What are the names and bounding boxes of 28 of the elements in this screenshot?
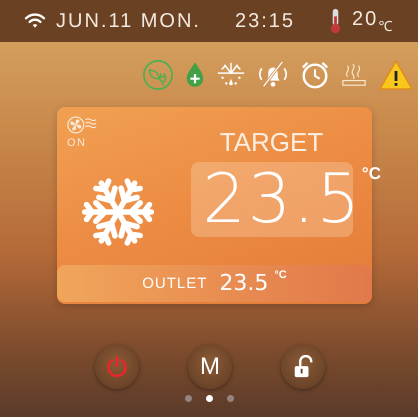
target-temperature-value: 23.5 — [202, 162, 362, 237]
temperature-text: 20 — [352, 8, 378, 30]
power-icon — [105, 355, 129, 379]
lock-button[interactable] — [281, 345, 325, 389]
leaf-plug-icon — [142, 59, 174, 91]
outlet-label: OUTLET — [142, 275, 208, 292]
unlocked-padlock-icon — [292, 355, 314, 379]
time-text: 23:15 — [234, 10, 296, 32]
outlet-temperature-unit: °C — [274, 269, 287, 281]
water-drop-plus-icon — [184, 61, 206, 89]
mode-button[interactable]: M — [188, 345, 232, 389]
alarm-clock-icon — [300, 60, 330, 90]
fan-icon — [67, 115, 97, 135]
wifi-icon — [24, 12, 46, 30]
fan-status-text: ON — [67, 137, 86, 149]
page-dot[interactable] — [226, 395, 234, 402]
thermometer-icon — [329, 8, 342, 34]
date-text: JUN.11 MON. — [56, 10, 201, 32]
page-dot[interactable] — [184, 395, 192, 402]
muted-bell-icon — [256, 60, 290, 90]
page-dot[interactable] — [206, 395, 212, 402]
heat-waves-icon — [340, 62, 368, 88]
outlet-temperature-value: 23.5 — [219, 271, 268, 296]
warning-icon — [378, 59, 414, 91]
temperature-unit: ℃ — [378, 16, 392, 34]
power-button[interactable] — [95, 345, 139, 389]
target-temperature-unit: °C — [362, 164, 381, 184]
target-label: TARGET — [220, 127, 324, 158]
